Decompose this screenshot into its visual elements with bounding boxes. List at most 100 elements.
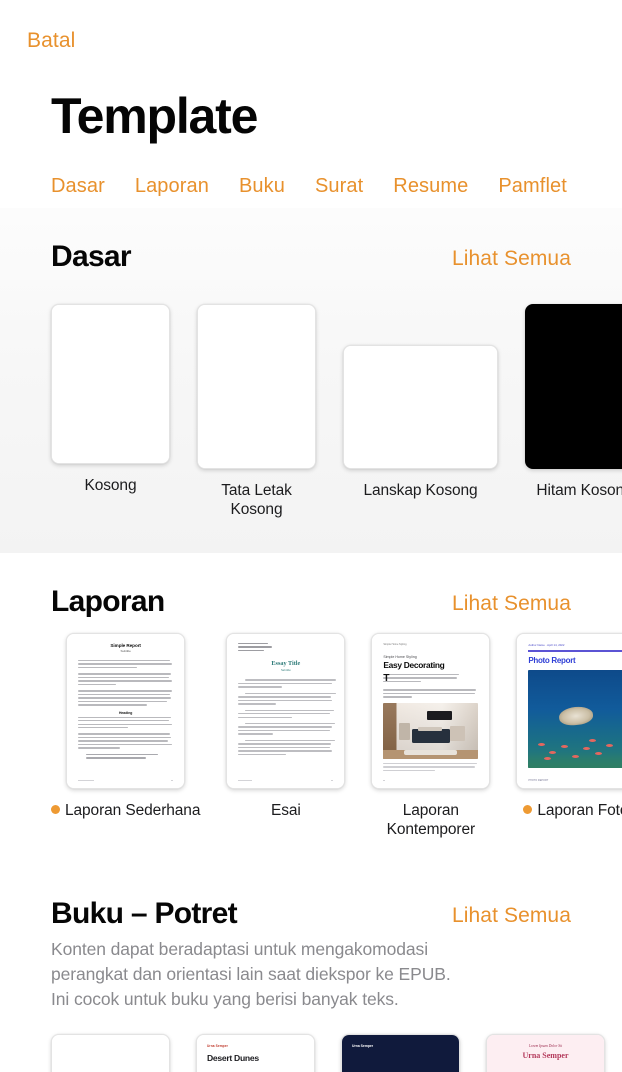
mini-paragraph: T [383,674,478,684]
template-caption: Tata Letak Kosong [221,482,292,518]
mini-meta [238,643,333,652]
mini-title: Photo Report [528,655,576,665]
tab-surat[interactable]: Surat [315,175,363,198]
thumbnail-photo-report[interactable]: Author Name · April 14, 2022 Photo Repor… [516,633,622,789]
mini-blank-page [344,346,497,468]
mini-title: Urna Semper [522,1051,569,1060]
template-caption: Esai [270,802,301,819]
mini-title: Desert Dunes [207,1053,259,1063]
mini-book-navy: Urna Semper [342,1035,459,1072]
template-card-laporan-foto[interactable]: Author Name · April 14, 2022 Photo Repor… [516,633,622,820]
tab-laporan[interactable]: Laporan [135,175,209,198]
mini-footer [238,779,334,781]
category-tab-strip[interactable]: Dasar Laporan Buku Surat Resume Pamflet [0,164,622,208]
tab-pamflet[interactable]: Pamflet [498,175,567,198]
section-buku-header: Buku – Potret Lihat Semua [0,865,622,937]
mini-blank-page [198,305,315,468]
see-all-dasar[interactable]: Lihat Semua [452,247,571,271]
cancel-button[interactable]: Batal [27,29,75,53]
template-card-laporan-sederhana[interactable]: Simple Report Subtitle Heading Laporan S… [51,633,200,820]
template-caption: Kosong [84,477,137,494]
template-caption: Lanskap Kosong [363,482,478,499]
tab-dasar[interactable]: Dasar [51,175,105,198]
mini-paragraph [78,690,173,706]
thumbnail-blank-landscape[interactable] [343,345,498,469]
thumbnail-essay[interactable]: Essay Title Subtitle [226,633,346,789]
section-title: Buku – Potret [51,897,238,930]
mini-paragraph [78,733,173,749]
mini-dropcap: T [383,674,390,684]
template-card-laporan-kontemporer[interactable]: Simple Home Styling Simple Home Styling … [371,633,491,839]
template-caption: Laporan Sederhana [51,801,200,820]
mini-pullquote [86,753,169,759]
mini-book-pink: Lorem Ipsum Dolor Sit Urna Semper [487,1035,604,1072]
mini-caption-lines [383,762,478,772]
template-card-buku-navy[interactable]: Urna Semper [341,1034,460,1072]
mini-blank-page [52,305,169,463]
mini-paragraph [383,689,478,698]
template-caption: Laporan Kontemporer [386,802,476,838]
mini-subtitle: Subtitle [120,649,131,653]
mini-photo-turtle [528,669,622,768]
mini-contemporary-report: Simple Home Styling Simple Home Styling … [372,634,490,788]
dasar-template-row[interactable]: Kosong Tata Letak Kosong Lanskap Kosong [0,280,622,519]
mini-kicker: Urna Semper [207,1044,228,1048]
template-card-desert-dunes[interactable]: Urna Semper Desert Dunes [196,1034,315,1072]
buku-template-row[interactable]: Urna Semper Desert Dunes Urna Semper Lor… [0,1012,622,1072]
template-card-kosong[interactable]: Kosong [51,304,170,495]
tab-resume[interactable]: Resume [393,175,468,198]
mini-footer [78,779,174,781]
see-all-buku[interactable]: Lihat Semua [452,904,571,928]
mini-kicker: Lorem Ipsum Dolor Sit [528,1044,563,1048]
section-buku-potret: Buku – Potret Lihat Semua Konten dapat b… [0,865,622,1072]
thumbnail-blank-black[interactable] [525,304,622,469]
laporan-template-row[interactable]: Simple Report Subtitle Heading Laporan S… [0,625,622,839]
mini-title: Essay Title [271,660,301,668]
mini-paragraph [78,673,173,686]
section-description: Konten dapat beradaptasi untuk mengakomo… [51,939,451,1009]
mini-paragraph [78,716,173,729]
template-card-hitam-kosong[interactable]: Hitam Kosong [525,304,622,500]
mini-kicker: Simple Home Styling [383,655,417,659]
mini-heading: Heading [118,710,133,715]
section-dasar-header: Dasar Lihat Semua [0,208,622,280]
see-all-laporan[interactable]: Lihat Semua [452,592,571,616]
caption-text: Laporan Foto [537,802,622,819]
thumbnail-blank[interactable] [51,304,170,464]
tab-buku[interactable]: Buku [239,175,285,198]
mini-essay: Essay Title Subtitle [227,634,345,788]
thumbnail-contemporary-report[interactable]: Simple Home Styling Simple Home Styling … [371,633,491,789]
downloaded-dot-icon [523,805,533,814]
page-title: Template [51,88,258,144]
thumbnail-book-blank[interactable] [51,1034,170,1072]
template-caption: Laporan Foto [523,801,622,820]
section-laporan: Laporan Lihat Semua Simple Report Subtit… [0,553,622,865]
mini-blank-book [52,1035,169,1072]
template-chooser-screen: Batal Template Dasar Laporan Buku Surat … [0,0,622,1072]
thumbnail-book-pink[interactable]: Lorem Ipsum Dolor Sit Urna Semper [486,1034,605,1072]
section-title: Dasar [51,240,132,273]
thumbnail-simple-report[interactable]: Simple Report Subtitle Heading [66,633,186,789]
thumbnail-book-navy[interactable]: Urna Semper [341,1034,460,1072]
downloaded-dot-icon [51,805,60,814]
mini-paragraph [78,660,173,669]
mini-meta: Author Name · April 14, 2022 [528,643,565,647]
mini-simple-report: Simple Report Subtitle Heading [67,634,185,788]
top-bar: Batal [0,0,622,76]
mini-body [238,679,337,756]
template-card-buku-pink[interactable]: Lorem Ipsum Dolor Sit Urna Semper [486,1034,605,1072]
mini-photo-interior [383,702,479,759]
mini-eyebrow: Simple Home Styling [383,643,407,646]
mini-footer: PHOTO REPORT1 [528,779,622,782]
thumbnail-blank-layout[interactable] [197,304,316,469]
template-card-lanskap-kosong[interactable]: Lanskap Kosong [343,345,498,500]
mini-photo-report: Author Name · April 14, 2022 Photo Repor… [517,634,622,788]
mini-footer [383,779,478,781]
template-card-buku-kosong[interactable] [51,1034,170,1072]
thumbnail-book-desert-dunes[interactable]: Urna Semper Desert Dunes [196,1034,315,1072]
template-card-esai[interactable]: Essay Title Subtitle Esai [226,633,346,820]
template-card-tata-letak-kosong[interactable]: Tata Letak Kosong [197,304,316,519]
mini-rule [528,650,622,652]
section-laporan-header: Laporan Lihat Semua [0,553,622,625]
template-scroll-area[interactable]: Dasar Lihat Semua Kosong Tata Letak Koso [0,208,622,1072]
